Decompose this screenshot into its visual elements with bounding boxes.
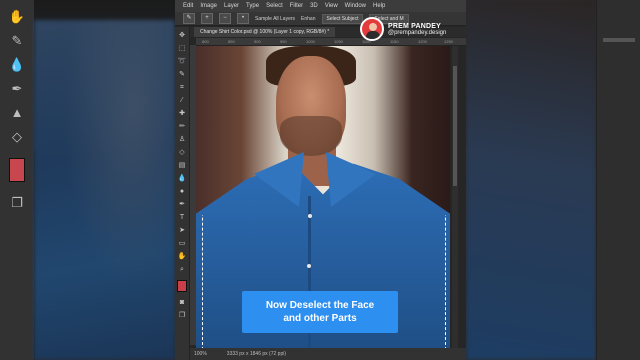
brush-tool-icon[interactable]: ✎ — [183, 13, 195, 24]
blur-tool-icon[interactable]: 💧 — [177, 174, 187, 183]
menu-bar: Edit Image Layer Type Select Filter 3D V… — [175, 0, 466, 12]
quick-mask-icon[interactable]: ◙ — [177, 298, 187, 307]
zoom-tool-icon[interactable]: ⌕ — [177, 265, 187, 274]
vertical-scrollbar[interactable] — [452, 46, 458, 348]
shape-tool-icon[interactable]: ▭ — [177, 239, 187, 248]
color-swatch — [9, 158, 25, 182]
menu-filter[interactable]: Filter — [290, 0, 303, 12]
select-subject-button[interactable]: Select Subject — [321, 13, 364, 24]
pen-tool-icon[interactable]: ✒ — [177, 200, 187, 209]
ruler-tick: 950 — [280, 39, 287, 44]
ruler-tick: 1000 — [306, 39, 315, 44]
menu-view[interactable]: View — [325, 0, 338, 12]
background-blur-left: ✋ ✎ 💧 ✒ ▲ ◇ ❐ — [0, 0, 175, 360]
menu-edit[interactable]: Edit — [183, 0, 193, 12]
avatar-head — [369, 23, 377, 31]
quick-select-tool-icon[interactable]: ✎ — [177, 70, 187, 79]
marquee-tool-icon[interactable]: ⬚ — [177, 44, 187, 53]
brush-icon: ✎ — [11, 33, 23, 48]
hand-icon: ✋ — [8, 9, 26, 24]
enhance-edge-checkbox[interactable]: Enhan — [301, 16, 315, 22]
background-photo — [34, 20, 175, 360]
tutorial-caption: Now Deselect the Face and other Parts — [242, 291, 398, 333]
brush-size-icon[interactable]: • — [237, 13, 249, 24]
layers-icon: ❐ — [11, 195, 23, 210]
panel-bar — [603, 38, 635, 42]
background-toolbar: ✋ ✎ 💧 ✒ ▲ ◇ ❐ — [0, 0, 35, 360]
menu-select[interactable]: Select — [266, 0, 283, 12]
brush-tool-icon[interactable]: ✏ — [177, 122, 187, 131]
creator-name: PREM PANDEY — [388, 22, 442, 30]
stamp-tool-icon[interactable]: ♙ — [177, 135, 187, 144]
menu-image[interactable]: Image — [200, 0, 217, 12]
background-blur-right — [466, 0, 640, 360]
caption-line-2: and other Parts — [283, 313, 357, 324]
status-bar: 100% 3333 px x 1846 px (72 ppi) — [190, 348, 466, 360]
menu-window[interactable]: Window — [345, 0, 366, 12]
menu-layer[interactable]: Layer — [224, 0, 239, 12]
zoom-level[interactable]: 100% — [194, 351, 207, 357]
background-photo — [466, 0, 596, 360]
menu-3d[interactable]: 3D — [310, 0, 318, 12]
pen-icon: ✒ — [11, 81, 23, 96]
creator-badge: PREM PANDEY @prempandey.design — [360, 16, 460, 42]
type-tool-icon[interactable]: T — [177, 213, 187, 222]
caption-line-1: Now Deselect the Face — [265, 300, 375, 311]
bucket-icon: ▲ — [10, 105, 24, 120]
lasso-tool-icon[interactable]: ➰ — [177, 57, 187, 66]
tools-panel: ✥ ⬚ ➰ ✎ ⌗ ⁄ ✚ ✏ ♙ ◇ ▤ 💧 ● ✒ T ➤ ▭ ✋ ⌕ ◙ … — [175, 27, 190, 360]
avatar — [360, 17, 384, 41]
eraser-icon: ◇ — [12, 129, 22, 144]
healing-tool-icon[interactable]: ✚ — [177, 109, 187, 118]
sample-all-layers-checkbox[interactable]: Sample All Layers — [255, 16, 295, 22]
eyedropper-tool-icon[interactable]: ⁄ — [177, 96, 187, 105]
ruler-tick: 900 — [254, 39, 261, 44]
hand-tool-icon[interactable]: ✋ — [177, 252, 187, 261]
menu-type[interactable]: Type — [246, 0, 259, 12]
creator-text: PREM PANDEY @prempandey.design — [388, 23, 446, 36]
screen-mode-icon[interactable]: ❐ — [177, 311, 187, 320]
photo-beard — [280, 116, 342, 156]
foreground-color-swatch[interactable] — [177, 280, 187, 292]
creator-handle: @prempandey.design — [388, 29, 447, 36]
dodge-tool-icon[interactable]: ● — [177, 187, 187, 196]
avatar-body — [366, 31, 380, 39]
drop-icon: 💧 — [8, 57, 26, 72]
scrollbar-thumb[interactable] — [453, 66, 457, 186]
gradient-tool-icon[interactable]: ▤ — [177, 161, 187, 170]
move-tool-icon[interactable]: ✥ — [177, 31, 187, 40]
document-tab[interactable]: Change Shirt Color.psd @ 100% (Layer 1 c… — [194, 27, 336, 37]
ruler-tick: 1050 — [334, 39, 343, 44]
ruler-tick: 850 — [228, 39, 235, 44]
path-select-tool-icon[interactable]: ➤ — [177, 226, 187, 235]
document-size: 3333 px x 1846 px (72 ppi) — [226, 351, 287, 357]
background-panel — [596, 0, 640, 360]
subtract-selection-icon[interactable]: − — [219, 13, 231, 24]
menu-help[interactable]: Help — [373, 0, 385, 12]
add-selection-icon[interactable]: + — [201, 13, 213, 24]
eraser-tool-icon[interactable]: ◇ — [177, 148, 187, 157]
ruler-tick: 800 — [202, 39, 209, 44]
crop-tool-icon[interactable]: ⌗ — [177, 83, 187, 92]
